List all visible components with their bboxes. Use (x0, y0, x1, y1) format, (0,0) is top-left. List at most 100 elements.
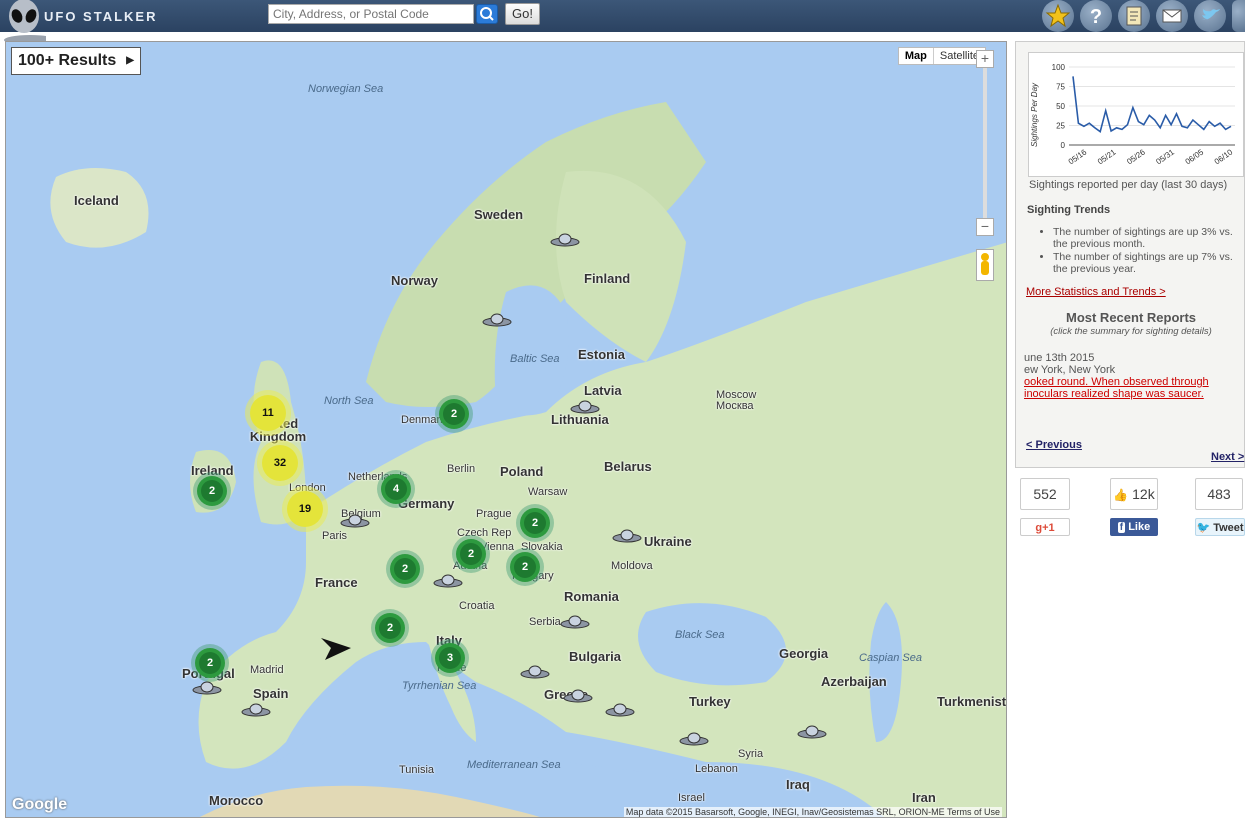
ufo-marker-icon[interactable] (605, 703, 635, 717)
chart-x-tick-label: 05/26 (1125, 147, 1147, 166)
ufo-marker-icon[interactable] (797, 725, 827, 739)
report-location: ew York, New York (1024, 364, 1116, 376)
previous-report-link[interactable]: < Previous (1026, 439, 1082, 451)
caret-right-icon: ▶ (126, 55, 134, 66)
country-label: Morocco (209, 793, 264, 808)
results-dropdown[interactable]: 100+ Results ▶ (11, 47, 141, 75)
sighting-cluster[interactable]: 2 (195, 648, 225, 678)
favorites-button[interactable] (1042, 0, 1074, 32)
map-type-map[interactable]: Map (899, 48, 934, 64)
cluster-count: 2 (199, 652, 221, 674)
chart-series-line (1072, 76, 1232, 134)
sighting-cluster[interactable]: 3 (435, 643, 465, 673)
ufo-marker-icon[interactable] (433, 574, 463, 588)
country-label: Belarus (604, 459, 652, 474)
location-search-input[interactable] (268, 4, 474, 24)
ufo-marker-icon[interactable] (340, 514, 370, 528)
street-view-pegman[interactable] (976, 249, 994, 281)
chart-x-tick-label: 05/31 (1154, 147, 1176, 166)
sighting-cluster[interactable]: 32 (262, 445, 298, 481)
ufo-marker-icon[interactable] (482, 313, 512, 327)
zoom-slider[interactable] (983, 68, 987, 218)
sighting-cluster[interactable]: 2 (375, 613, 405, 643)
fb-like-label: Like (1128, 521, 1151, 533)
report-icon (1126, 6, 1142, 26)
country-label: Turkmenist (937, 694, 1007, 709)
next-report-link[interactable]: Next > (1211, 451, 1244, 463)
fb-count-value: 12k (1132, 486, 1155, 502)
sea-label: Black Sea (675, 629, 725, 641)
gplus-button[interactable]: g+1 (1020, 518, 1070, 536)
country-label: Bulgaria (569, 649, 622, 664)
city-label: Warsaw (528, 486, 568, 498)
country-label: Turkey (689, 694, 731, 709)
recent-reports-title: Most Recent Reports (1065, 310, 1197, 325)
country-label: Iceland (74, 193, 119, 208)
map-terrain (50, 102, 1006, 817)
sea-label: Mediterranean Sea (467, 759, 561, 771)
city-label: Москва (716, 400, 754, 412)
ufo-marker-icon[interactable] (679, 732, 709, 746)
fb-like-button[interactable]: f Like (1110, 518, 1158, 536)
zoom-out-button[interactable]: − (976, 218, 994, 236)
country-label: Romania (564, 589, 619, 604)
sighting-cluster[interactable]: 2 (520, 508, 550, 538)
sea-label: Tyrrhenian Sea (402, 680, 477, 692)
sightings-map[interactable]: Iceland Sweden Norway Finland Estonia La… (5, 41, 1007, 818)
tweet-button[interactable]: 🐦 Tweet (1195, 518, 1245, 536)
search-button[interactable] (476, 4, 498, 24)
map-attribution[interactable]: Map data ©2015 Basarsoft, Google, INEGI,… (623, 807, 1002, 817)
svg-text:?: ? (1090, 6, 1102, 28)
help-icon: ? (1090, 6, 1102, 28)
chart-y-tick-label: 100 (1052, 63, 1066, 72)
ufo-marker-icon[interactable] (560, 615, 590, 629)
ufo-marker-icon[interactable] (570, 400, 600, 414)
report-summary-link[interactable]: ooked round. When observed through inocu… (1024, 376, 1224, 400)
trend-item: The number of sightings are up 7% vs. th… (1053, 251, 1243, 275)
ufo-marker-icon[interactable] (612, 529, 642, 543)
report-sighting-button[interactable] (1118, 0, 1150, 32)
go-button[interactable]: Go! (505, 3, 540, 25)
sighting-cluster[interactable]: 2 (197, 476, 227, 506)
menu-button[interactable] (1232, 0, 1245, 32)
country-label: Croatia (459, 600, 495, 612)
city-label: Madrid (250, 664, 284, 676)
chart-y-tick-label: 75 (1056, 83, 1065, 92)
country-label: Czech Rep (457, 527, 512, 539)
sighting-cluster[interactable]: 2 (456, 539, 486, 569)
more-stats-link[interactable]: More Statistics and Trends > (1026, 286, 1166, 298)
ufo-marker-icon[interactable] (520, 665, 550, 679)
twitter-bird-icon: 🐦 (1196, 522, 1211, 534)
sighting-cluster[interactable]: 2 (439, 399, 469, 429)
ufo-marker-icon[interactable] (550, 233, 580, 247)
trends-list: The number of sightings are up 3% vs. th… (1053, 226, 1243, 276)
recent-report-item[interactable]: une 13th 2015 ew York, New York ooked ro… (1024, 352, 1224, 400)
triangle-ufo-marker-icon[interactable] (319, 634, 353, 662)
country-label: Lebanon (695, 763, 738, 775)
tweet-label: Tweet (1213, 522, 1244, 534)
facebook-icon: f (1117, 522, 1126, 533)
site-logo[interactable]: UFO STALKER (2, 0, 177, 44)
google-logo: Google (12, 796, 68, 813)
cluster-count: 2 (394, 558, 416, 580)
ufo-marker-icon[interactable] (563, 689, 593, 703)
stats-panel: Sightings Per Day 100 75 50 25 0 05/16 05/21 0… (1015, 41, 1245, 468)
country-label: Ukraine (644, 534, 692, 549)
twitter-follow-button[interactable] (1194, 0, 1226, 32)
sighting-cluster[interactable]: 4 (381, 474, 411, 504)
country-label: Iran (912, 790, 936, 805)
sighting-cluster[interactable]: 19 (287, 491, 323, 527)
country-label: Finland (584, 271, 631, 286)
help-button[interactable]: ? (1080, 0, 1112, 32)
ufo-marker-icon[interactable] (192, 681, 222, 695)
chart-y-tick-label: 25 (1056, 122, 1065, 131)
sighting-cluster[interactable]: 2 (390, 554, 420, 584)
cluster-count: 2 (460, 543, 482, 565)
sightings-chart: Sightings Per Day 100 75 50 25 0 05/16 05/21 0… (1028, 52, 1244, 177)
ufo-marker-icon[interactable] (241, 703, 271, 717)
header-bar: UFO STALKER Go! ? (0, 0, 1245, 42)
sighting-cluster[interactable]: 11 (250, 395, 286, 431)
sighting-cluster[interactable]: 2 (510, 552, 540, 582)
zoom-in-button[interactable]: + (976, 50, 994, 68)
contact-button[interactable] (1156, 0, 1188, 32)
